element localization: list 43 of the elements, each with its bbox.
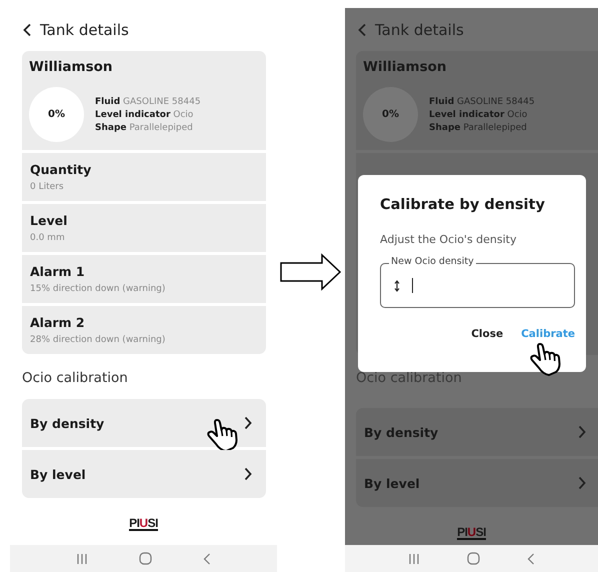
row-label: Quantity xyxy=(30,162,92,177)
tank-info: Shape Parallelepiped xyxy=(95,122,194,134)
row-label: Alarm 2 xyxy=(30,315,86,330)
row-value: 0 Liters xyxy=(30,182,65,192)
chevron-right-icon xyxy=(244,416,252,430)
tank-info: Level indicator Ocio xyxy=(95,108,194,120)
dialog-button[interactable]: Close xyxy=(471,328,504,340)
back-icon[interactable] xyxy=(22,23,32,37)
right-arrow-icon xyxy=(280,253,342,291)
field-label: New Ocio density xyxy=(389,256,476,268)
recent-apps-icon[interactable] xyxy=(408,552,420,564)
screen-title: Tank details xyxy=(375,21,464,39)
row-value: 0.0 mm xyxy=(30,233,66,243)
brand-logo: PIUSI xyxy=(129,517,158,531)
pointing-hand-icon xyxy=(206,417,240,453)
row-value: 15% direction down (warning) xyxy=(30,284,166,294)
tank-name: Williamson xyxy=(363,59,448,77)
menu-item[interactable]: By level xyxy=(22,450,266,498)
tank-info: Fluid GASOLINE 58445 xyxy=(95,96,201,108)
level-circle: 0% xyxy=(363,87,418,142)
section-title: Ocio calibration xyxy=(22,369,129,388)
tank-name: Williamson xyxy=(29,59,114,77)
tank-info: Shape Parallelepiped xyxy=(429,122,528,134)
row-label: Level xyxy=(30,213,68,228)
dialog-text: Adjust the Ocio's density xyxy=(380,233,518,246)
tank-info: Fluid GASOLINE 58445 xyxy=(429,96,535,108)
chevron-right-icon xyxy=(578,476,586,490)
text-cursor xyxy=(412,278,413,293)
row-label: Alarm 1 xyxy=(30,264,86,279)
menu-item[interactable]: By density xyxy=(22,399,266,447)
chevron-right-icon xyxy=(578,425,586,439)
home-icon[interactable] xyxy=(138,552,152,565)
chevron-right-icon xyxy=(244,467,252,481)
section-title: Ocio calibration xyxy=(356,369,463,388)
brand-logo: PIUSI xyxy=(457,526,486,540)
screen-title: Tank details xyxy=(40,21,129,39)
tank-info: Level indicator Ocio xyxy=(429,108,528,120)
level-circle: 0% xyxy=(29,87,84,142)
recent-apps-icon[interactable] xyxy=(76,552,88,564)
home-icon[interactable] xyxy=(466,552,480,565)
row-value: 28% direction down (warning) xyxy=(30,335,166,345)
up-down-arrow-icon xyxy=(394,280,400,292)
dialog-title: Calibrate by density xyxy=(380,197,546,213)
